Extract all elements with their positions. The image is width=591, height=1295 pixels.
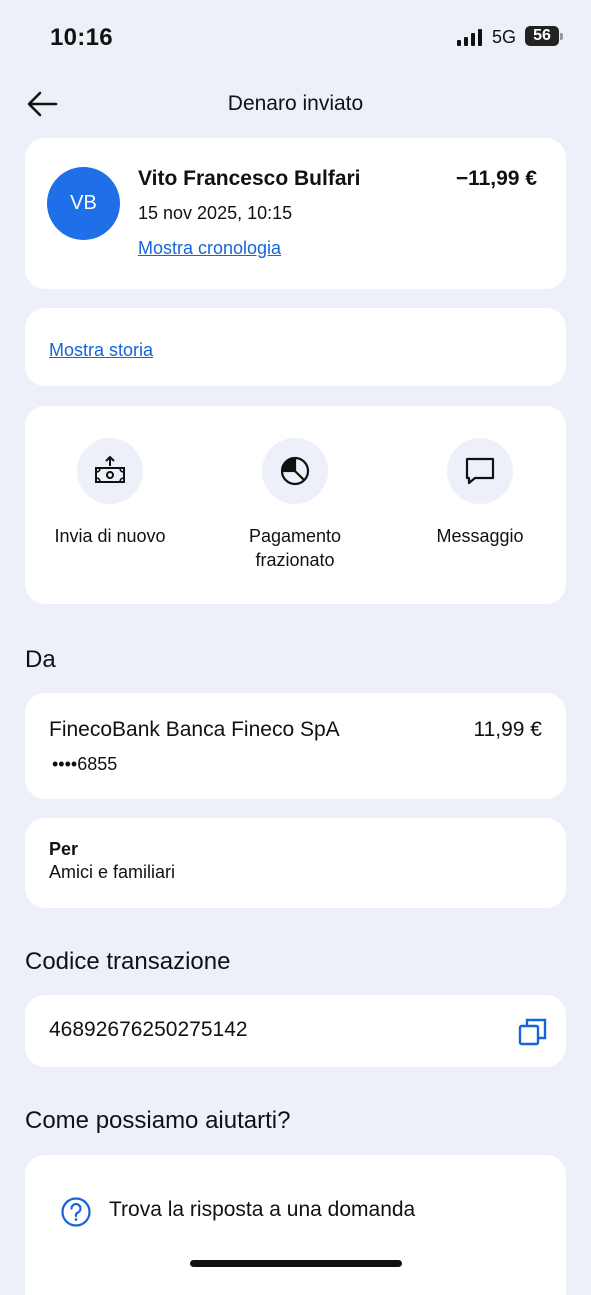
send-money-icon [77, 438, 143, 504]
copy-icon[interactable] [517, 1016, 549, 1048]
transaction-date: 15 nov 2025, 10:15 [138, 203, 293, 223]
recipient-name: Vito Francesco Bulfari [138, 167, 361, 190]
for-label: Per [49, 839, 79, 859]
from-heading: Da [25, 646, 56, 673]
transaction-amount: −11,99 € [455, 167, 537, 190]
show-story-link[interactable]: Mostra storia [49, 340, 153, 361]
home-indicator[interactable] [190, 1260, 402, 1267]
show-history-link[interactable]: Mostra cronologia [138, 238, 281, 259]
page-title: Denaro inviato [227, 92, 364, 115]
help-heading: Come possiamo aiutarti? [25, 1107, 291, 1134]
help-card [25, 1155, 566, 1295]
message-button[interactable]: Messaggio [395, 438, 565, 578]
bank-name: FinecoBank Banca Fineco SpA [49, 718, 340, 741]
transaction-code-heading: Codice transazione [25, 948, 231, 975]
send-again-button[interactable]: Invia di nuovo [25, 438, 195, 578]
message-icon [447, 438, 513, 504]
status-time: 10:16 [50, 24, 113, 51]
split-payment-label: Pagamento frazionato [248, 526, 342, 570]
battery-icon: 56 [525, 26, 559, 46]
pie-chart-icon [262, 438, 328, 504]
network-type: 5G [492, 27, 517, 47]
from-amount: 11,99 € [473, 718, 542, 741]
avatar: VB [47, 167, 120, 240]
split-payment-button[interactable]: Pagamento frazionato [210, 438, 380, 578]
message-label: Messaggio [436, 526, 524, 546]
help-circle-icon [60, 1196, 92, 1228]
from-card[interactable] [25, 693, 566, 799]
for-value: Amici e familiari [49, 862, 176, 882]
battery-tip [560, 33, 563, 40]
transaction-code-value: 46892676250275142 [49, 1018, 248, 1041]
signal-icon [457, 29, 484, 46]
account-number: ••••6855 [52, 754, 118, 774]
help-item-find-answer[interactable]: Trova la risposta a una domanda [109, 1198, 415, 1222]
send-again-label: Invia di nuovo [54, 526, 166, 546]
